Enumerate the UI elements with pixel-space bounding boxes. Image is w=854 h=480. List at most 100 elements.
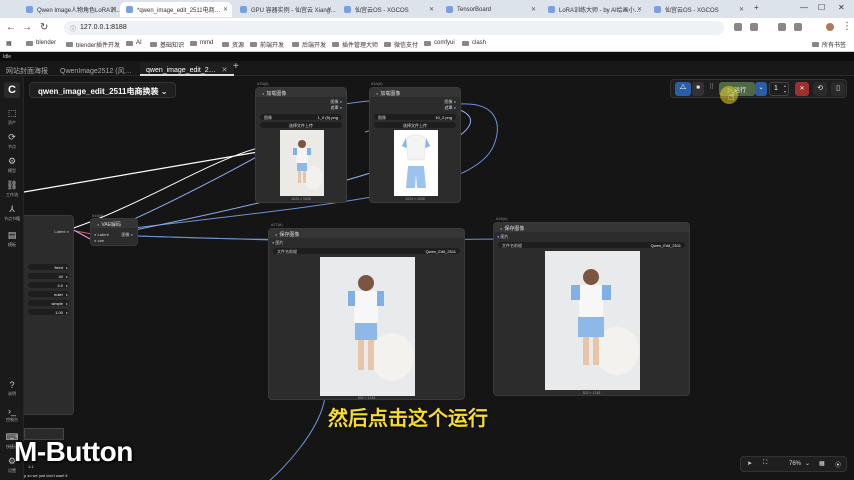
- browser-tab[interactable]: LoRA训练大师 - by AI绘画小… ✕: [542, 2, 646, 17]
- browser-tab[interactable]: 仙宫云OS - XGCOS ✕: [648, 2, 748, 17]
- bookmark-star-icon[interactable]: [750, 23, 758, 31]
- latent-output[interactable]: Latent: [54, 229, 69, 234]
- back-icon[interactable]: ←: [6, 22, 16, 33]
- bookmark-folder[interactable]: comfyui: [424, 40, 455, 46]
- ksampler-node[interactable]: Latent fixed 40 4.0 euler simple 1.00: [24, 215, 74, 415]
- history-icon[interactable]: ⟲: [813, 82, 827, 96]
- maximize-icon[interactable]: ☐: [818, 3, 825, 12]
- steps-widget[interactable]: 40: [28, 273, 69, 279]
- upload-button[interactable]: 选择文件上传: [374, 122, 456, 128]
- extension-icon[interactable]: [778, 23, 786, 31]
- sampler-name-widget[interactable]: euler: [28, 291, 69, 297]
- sidebar-item-nodes[interactable]: ⟳ 节点: [0, 132, 24, 150]
- run-options-dropdown[interactable]: ⌄: [755, 82, 767, 96]
- load-image-node[interactable]: 加载图像 图像 遮罩 图像 10_2.png 选择文件上传 1024 × 1536: [369, 87, 461, 203]
- new-tab-icon[interactable]: +: [754, 3, 759, 12]
- cancel-run-icon[interactable]: ✕: [795, 82, 809, 96]
- workflow-tab-active[interactable]: qwen_image_edit_2… ✕: [140, 63, 234, 76]
- menu-kebab-icon[interactable]: ⋮: [842, 21, 852, 32]
- sidebar-item-models[interactable]: ⚙ 模型: [0, 156, 24, 174]
- translate-icon[interactable]: [734, 23, 742, 31]
- bookmark-folder[interactable]: blender: [26, 40, 56, 46]
- vae-decode-node[interactable]: VAE解码 Latent vae 图像: [90, 218, 138, 246]
- bookmark-folder[interactable]: 前端开发: [250, 40, 284, 49]
- close-icon[interactable]: ✕: [223, 6, 228, 13]
- workflow-tab[interactable]: QwenImage2512 (风…: [54, 63, 138, 76]
- mask-output[interactable]: 遮罩: [330, 105, 342, 111]
- panel-toggle-icon[interactable]: ▯: [831, 82, 845, 96]
- sidebar-item-console[interactable]: ›_ 控制台: [0, 406, 24, 423]
- select-mode-icon[interactable]: ➤: [747, 460, 752, 467]
- image-input[interactable]: 图片: [272, 240, 284, 246]
- control-after-generate-widget[interactable]: fixed: [28, 264, 69, 270]
- download-icon[interactable]: [794, 23, 802, 31]
- mask-output[interactable]: 遮罩: [444, 105, 456, 111]
- bookmark-folder[interactable]: 后端开发: [292, 40, 326, 49]
- link-visibility-icon[interactable]: ⦿: [835, 460, 841, 469]
- bookmark-folder[interactable]: 资源: [222, 40, 244, 49]
- image-select-widget[interactable]: 图像 1_0 (5).png: [260, 114, 342, 120]
- workflow-name-dropdown[interactable]: qwen_image_edit_2511电商换装 ⌄: [29, 82, 177, 98]
- bookmark-folder[interactable]: 插件管理大师: [332, 40, 378, 49]
- bookmark-folder[interactable]: blender插件开发: [66, 40, 120, 49]
- stepper-icon[interactable]: ▴ ▾: [784, 83, 786, 95]
- chevron-down-icon[interactable]: ⌄: [805, 460, 810, 467]
- window-close-icon[interactable]: ✕: [838, 3, 845, 12]
- stop-icon[interactable]: ■: [692, 82, 704, 96]
- sidebar-item-assets[interactable]: ⬚ 资产: [0, 108, 24, 126]
- sidebar-item-workflows[interactable]: ⛓ 工作流: [0, 180, 24, 198]
- latent-input[interactable]: Latent: [94, 232, 109, 237]
- close-icon[interactable]: ✕: [222, 67, 228, 74]
- all-bookmarks[interactable]: 所有书签: [812, 40, 846, 49]
- zoom-level[interactable]: 76%: [789, 461, 801, 467]
- image-select-widget[interactable]: 图像 10_2.png: [374, 114, 456, 120]
- new-workflow-icon[interactable]: +: [233, 61, 239, 72]
- bookmark-folder[interactable]: mmd: [190, 40, 213, 46]
- vae-input[interactable]: vae: [94, 238, 104, 243]
- sidebar-item-help[interactable]: ? 说明: [0, 380, 24, 397]
- avatar[interactable]: [826, 23, 834, 31]
- load-image-node[interactable]: 加载图像 图像 遮罩 图像 1_0 (5).png 选择文件上传 1024 × 1…: [255, 87, 347, 203]
- cfg-widget[interactable]: 4.0: [28, 282, 69, 288]
- close-icon[interactable]: ✕: [531, 6, 536, 13]
- close-icon[interactable]: ✕: [111, 6, 116, 13]
- queue-mode-icon[interactable]: ⧍: [675, 82, 691, 96]
- image-output[interactable]: 图像: [121, 232, 133, 238]
- browser-tab[interactable]: TensorBoard ✕: [440, 2, 540, 17]
- sidebar-item-node-library[interactable]: ⅄ 节点书籍: [0, 204, 24, 222]
- comfyui-logo-icon[interactable]: C: [4, 82, 20, 98]
- sidebar-item-templates[interactable]: ▤ 模板: [0, 230, 24, 248]
- bookmark-folder[interactable]: 基础知识: [150, 40, 184, 49]
- browser-tab[interactable]: GPU 容器实例 - 仙宫云 Xiang… ✕: [234, 2, 336, 17]
- apps-icon[interactable]: ▦: [6, 40, 12, 47]
- upload-button[interactable]: 选择文件上传: [260, 122, 342, 128]
- site-info-icon[interactable]: ⓘ: [70, 24, 76, 33]
- denoise-widget[interactable]: 1.00: [28, 309, 69, 315]
- scheduler-widget[interactable]: simple: [28, 300, 69, 306]
- image-input[interactable]: 图片: [497, 234, 509, 240]
- reload-icon[interactable]: ↻: [40, 22, 48, 33]
- save-image-node[interactable]: 保存图像 图片 文件名前缀 Qwen_Edit_2511 832 × 1248: [493, 222, 690, 396]
- close-icon[interactable]: ✕: [429, 6, 434, 13]
- fit-view-icon[interactable]: ⛶: [763, 460, 767, 467]
- folder-icon: [332, 42, 339, 47]
- filename-prefix-widget[interactable]: 文件名前缀 Qwen_Edit_2511: [273, 248, 460, 254]
- minimap-icon[interactable]: ▦: [819, 460, 825, 467]
- url-field[interactable]: ⓘ 127.0.0.1:8188: [64, 21, 724, 35]
- forward-icon[interactable]: →: [22, 22, 32, 33]
- close-icon[interactable]: ✕: [637, 6, 642, 13]
- batch-count-input[interactable]: 1 ▴ ▾: [769, 82, 789, 96]
- minimize-icon[interactable]: —: [800, 3, 808, 12]
- bookmark-folder[interactable]: AI: [126, 40, 142, 46]
- workflow-tab[interactable]: 网站封面海报: [0, 63, 54, 76]
- save-image-node[interactable]: 保存图像 图片 文件名前缀 Qwen_Edit_2511 832 × 1248: [268, 228, 465, 400]
- close-icon[interactable]: ✕: [739, 6, 744, 13]
- filename-prefix-widget[interactable]: 文件名前缀 Qwen_Edit_2511: [498, 242, 685, 248]
- close-icon[interactable]: ✕: [327, 6, 332, 13]
- bookmark-folder[interactable]: clash: [462, 40, 486, 46]
- bookmark-folder[interactable]: 微信支付: [384, 40, 418, 49]
- browser-tab[interactable]: 仙宫云OS - XGCOS ✕: [338, 2, 438, 17]
- browser-tab[interactable]: Qwen Image人物角色LoRA训… ✕: [20, 2, 120, 17]
- drag-handle-icon[interactable]: ⠿: [709, 83, 714, 91]
- browser-tab-active[interactable]: *qwen_image_edit_2511电商… ✕: [120, 2, 232, 17]
